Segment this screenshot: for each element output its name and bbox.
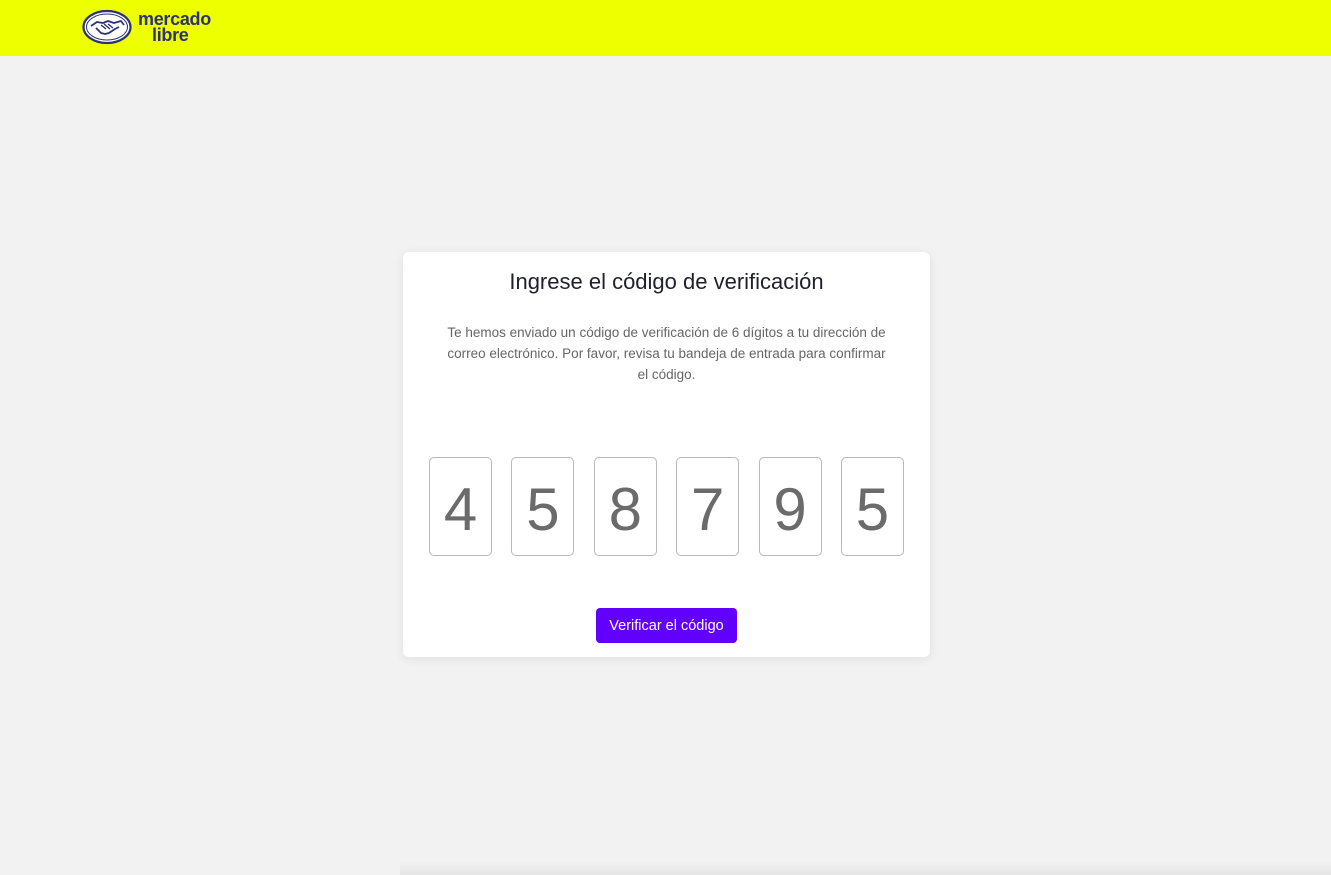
handshake-logo-icon (82, 9, 132, 45)
card-description: Te hemos enviado un código de verificaci… (447, 325, 886, 382)
top-header-bar: mercado libre (0, 0, 1331, 56)
code-digit-input-4[interactable]: 7 (676, 457, 740, 556)
logo-text-libre: libre (152, 25, 189, 45)
mercado-libre-logo[interactable]: mercado libre (82, 9, 211, 45)
bottom-shadow-divider (400, 862, 1331, 875)
code-digit-input-2[interactable]: 5 (511, 457, 575, 556)
code-digit-input-3[interactable]: 8 (593, 457, 657, 556)
code-digit-input-5[interactable]: 9 (758, 457, 822, 556)
verification-card: Ingrese el código de verificación Te hem… (403, 252, 930, 657)
code-digit-input-1[interactable]: 4 (429, 457, 492, 556)
verify-code-button[interactable]: Verificar el código (596, 608, 737, 643)
card-title: Ingrese el código de verificación (509, 269, 824, 294)
code-digit-input-6[interactable]: 5 (840, 457, 904, 556)
code-input-row: 4 5 8 7 9 5 (429, 457, 904, 556)
logo-wordmark: mercado libre (138, 10, 211, 45)
